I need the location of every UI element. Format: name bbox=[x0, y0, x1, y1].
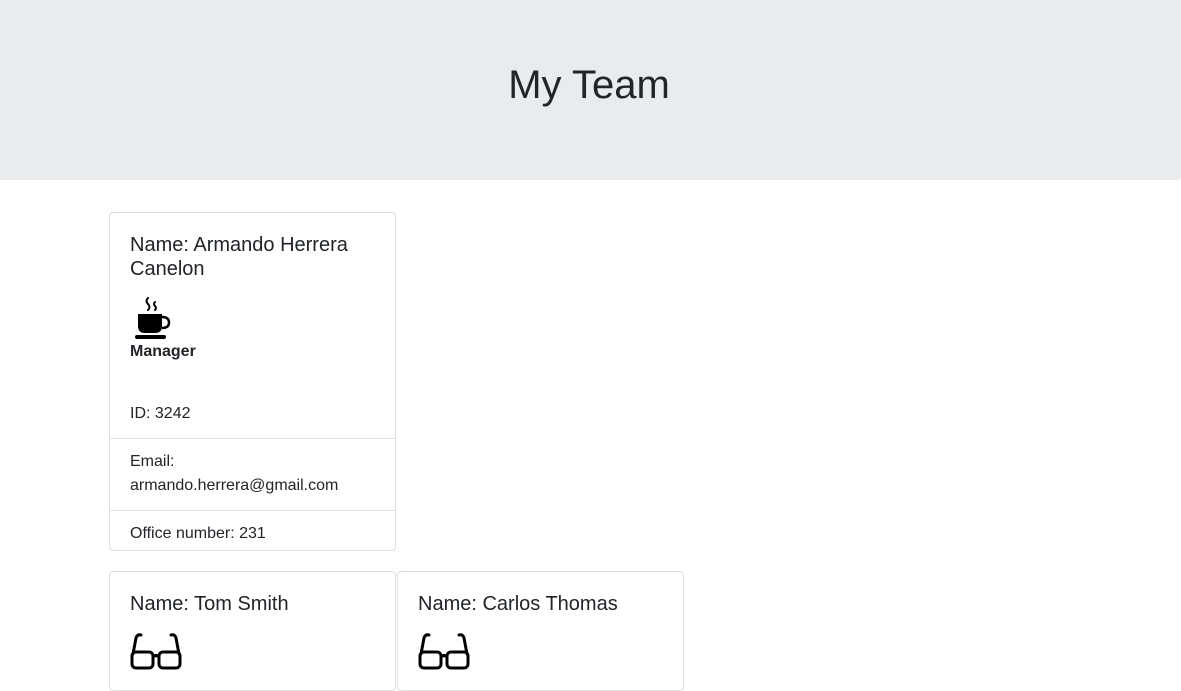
glasses-icon bbox=[130, 633, 182, 670]
employee-name: Name: Carlos Thomas bbox=[418, 593, 618, 615]
card-header: Name: Carlos Thomas bbox=[398, 572, 683, 676]
employee-details-list: ID: 3242 Email: armando.herrera@gmail.co… bbox=[110, 391, 395, 558]
employee-card-manager: Name: Armando Herrera Canelon Manager ID… bbox=[109, 212, 396, 551]
coffee-cup-icon bbox=[135, 297, 171, 339]
employee-email[interactable]: Email: armando.herrera@gmail.com bbox=[110, 438, 395, 510]
role-title: Manager bbox=[130, 343, 196, 360]
header-banner: My Team bbox=[0, 0, 1181, 180]
employee-id: ID: 3242 bbox=[130, 405, 191, 422]
office-number: Office number: 231 bbox=[110, 510, 395, 558]
employee-card: Name: Carlos Thomas bbox=[397, 571, 684, 691]
employee-name: Name: Armando Herrera Canelon bbox=[130, 234, 348, 280]
page-title: My Team bbox=[508, 63, 670, 107]
card-header: Name: Armando Herrera Canelon Manager bbox=[110, 213, 395, 391]
employee-name: Name: Tom Smith bbox=[130, 593, 289, 615]
glasses-icon bbox=[418, 633, 470, 670]
card-header: Name: Tom Smith bbox=[110, 572, 395, 676]
employee-card: Name: Tom Smith bbox=[109, 571, 396, 691]
